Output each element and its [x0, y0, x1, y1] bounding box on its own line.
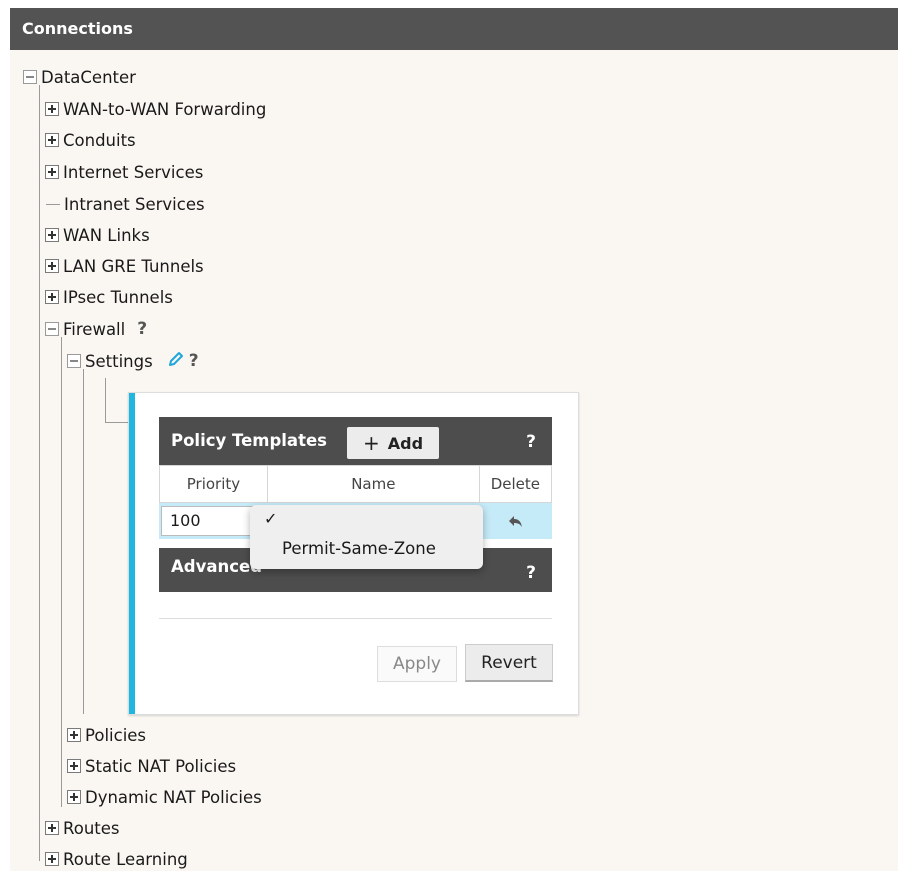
add-button-label: Add — [387, 433, 424, 453]
edit-pencil-icon[interactable] — [167, 350, 185, 372]
connections-tree-view: Connections DataCenter WAN-to-WAN Forwar… — [10, 8, 898, 871]
table-header: Priority Name Delete — [159, 465, 552, 503]
tree-node-wan-to-wan-forwarding[interactable]: WAN-to-WAN Forwarding — [45, 98, 266, 120]
tree-node-label: WAN-to-WAN Forwarding — [63, 99, 267, 119]
tree-node-label: LAN GRE Tunnels — [63, 256, 204, 276]
expand-icon[interactable] — [45, 102, 59, 116]
tree-node-label: Route Learning — [63, 849, 188, 869]
undo-icon[interactable] — [480, 503, 552, 539]
tree-node-wan-links[interactable]: WAN Links — [45, 224, 150, 246]
panel-accent-bar — [129, 393, 135, 714]
section-header: Connections — [10, 8, 898, 50]
expand-icon[interactable] — [45, 290, 59, 304]
tree-node-label: DataCenter — [41, 67, 136, 87]
tree-node-label: Settings — [85, 351, 153, 371]
tree-node-datacenter[interactable]: DataCenter — [23, 66, 136, 88]
expand-icon[interactable] — [45, 133, 59, 147]
help-icon[interactable]: ? — [137, 319, 147, 339]
policy-templates-header: Policy Templates + Add ? — [159, 417, 552, 465]
tree-node-route-learning[interactable]: Route Learning — [45, 848, 188, 870]
help-icon[interactable]: ? — [526, 548, 536, 598]
collapse-icon[interactable] — [45, 322, 59, 336]
tree-node-static-nat-policies[interactable]: Static NAT Policies — [67, 755, 236, 777]
tree-node-intranet-services[interactable]: Intranet Services — [46, 193, 205, 215]
tree-node-label: Routes — [63, 818, 120, 838]
divider — [159, 618, 552, 619]
tree-node-label: Static NAT Policies — [85, 756, 237, 776]
tree-node-conduits[interactable]: Conduits — [45, 129, 136, 151]
tree-line — [83, 369, 84, 714]
tree-node-firewall[interactable]: Firewall ? — [45, 318, 147, 340]
expand-icon[interactable] — [67, 759, 81, 773]
advanced-title: Advanced — [171, 557, 262, 576]
revert-button[interactable]: Revert — [465, 644, 553, 682]
tree-node-settings[interactable]: Settings ? — [67, 350, 199, 372]
tree-node-label: WAN Links — [63, 225, 150, 245]
tree-connector — [46, 203, 60, 205]
expand-icon[interactable] — [45, 259, 59, 273]
tree-node-label: Intranet Services — [64, 194, 205, 214]
column-header-name: Name — [268, 466, 480, 502]
tree-line — [39, 85, 40, 861]
tree-node-label: Policies — [85, 725, 147, 745]
help-icon[interactable]: ? — [189, 351, 199, 371]
tree-node-internet-services[interactable]: Internet Services — [45, 161, 203, 183]
tree-node-label: Firewall — [63, 319, 126, 339]
checkmark-icon: ✓ — [264, 509, 278, 528]
tree-node-policies[interactable]: Policies — [67, 724, 146, 746]
tree-line — [105, 378, 106, 422]
tree-node-lan-gre-tunnels[interactable]: LAN GRE Tunnels — [45, 255, 204, 277]
tree-line — [105, 422, 129, 423]
plus-icon: + — [362, 431, 380, 455]
column-header-delete: Delete — [490, 475, 541, 493]
help-icon[interactable]: ? — [526, 417, 536, 467]
dropdown-option-permit-same-zone[interactable]: Permit-Same-Zone — [282, 539, 436, 558]
tree-node-dynamic-nat-policies[interactable]: Dynamic NAT Policies — [67, 786, 262, 808]
tree-line — [61, 337, 62, 807]
expand-icon[interactable] — [45, 165, 59, 179]
collapse-icon[interactable] — [67, 354, 81, 368]
expand-icon[interactable] — [45, 821, 59, 835]
tree-node-label: Conduits — [63, 130, 136, 150]
collapse-icon[interactable] — [23, 70, 37, 84]
add-button[interactable]: + Add — [347, 427, 439, 459]
expand-icon[interactable] — [67, 728, 81, 742]
tree-node-label: Dynamic NAT Policies — [85, 787, 262, 807]
expand-icon[interactable] — [45, 228, 59, 242]
apply-button[interactable]: Apply — [377, 646, 457, 682]
section-title: Connections — [22, 19, 133, 38]
tree-node-routes[interactable]: Routes — [45, 817, 120, 839]
expand-icon[interactable] — [67, 790, 81, 804]
tree-node-label: IPsec Tunnels — [63, 287, 173, 307]
expand-icon[interactable] — [45, 852, 59, 866]
column-header-priority: Priority — [160, 466, 268, 502]
priority-input[interactable]: 100 — [161, 506, 257, 536]
tree-node-ipsec-tunnels[interactable]: IPsec Tunnels — [45, 286, 173, 308]
tree-node-label: Internet Services — [63, 162, 204, 182]
policy-templates-title: Policy Templates — [171, 431, 327, 450]
name-dropdown-menu: ✓ Permit-Same-Zone — [250, 505, 483, 569]
